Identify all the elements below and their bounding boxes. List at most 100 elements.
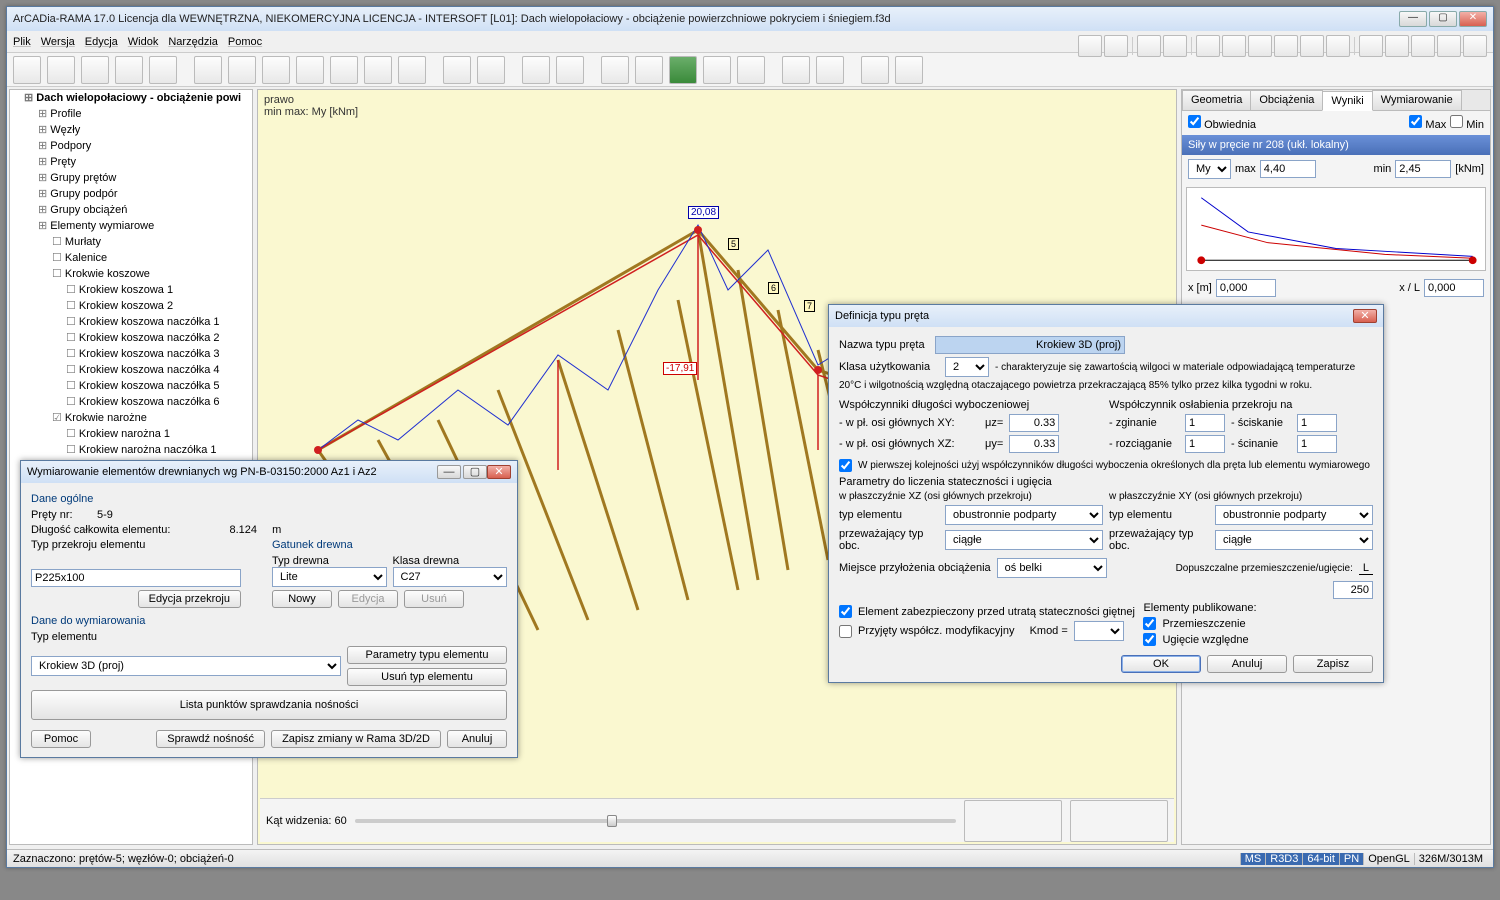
- tab-wyniki[interactable]: Wyniki: [1322, 91, 1372, 111]
- tree-root[interactable]: Dach wielopołaciowy - obciążenie powi: [24, 90, 252, 106]
- xy-type-select[interactable]: obustronnie podparty: [1215, 505, 1373, 525]
- tool-copy[interactable]: [149, 56, 177, 84]
- tree-item[interactable]: Krokiew koszowa naczółka 1: [66, 314, 252, 330]
- nav-left[interactable]: [966, 802, 988, 820]
- chk-displacement[interactable]: Przemieszczenie: [1143, 617, 1373, 630]
- nav-right[interactable]: [1038, 802, 1060, 820]
- minimize-button[interactable]: —: [1399, 11, 1427, 27]
- icon-btn[interactable]: [1222, 35, 1246, 57]
- chk-max[interactable]: Max: [1409, 115, 1446, 131]
- tree-item[interactable]: Grupy prętów: [38, 170, 252, 186]
- mu-z-input[interactable]: [1009, 414, 1059, 432]
- view-btn[interactable]: [1072, 802, 1094, 820]
- view-btn[interactable]: [1096, 822, 1118, 840]
- nav-btn[interactable]: [966, 822, 988, 840]
- bend-input[interactable]: [1185, 414, 1225, 432]
- xz-type-select[interactable]: obustronnie podparty: [945, 505, 1103, 525]
- tree-item[interactable]: Węzły: [38, 122, 252, 138]
- tool-open[interactable]: [47, 56, 75, 84]
- tab-obciazenia[interactable]: Obciążenia: [1250, 90, 1323, 110]
- tree-item[interactable]: Krokiew koszowa naczółka 2: [66, 330, 252, 346]
- icon-btn[interactable]: [1274, 35, 1298, 57]
- tool-cut[interactable]: [330, 56, 358, 84]
- dialog-close[interactable]: ✕: [487, 465, 511, 479]
- max-value[interactable]: [1260, 160, 1316, 178]
- nav-btn[interactable]: [1014, 822, 1036, 840]
- menu-narzedzia[interactable]: Narzędzia: [168, 36, 218, 48]
- icon-btn[interactable]: [1248, 35, 1272, 57]
- chk-kmod[interactable]: Przyjęty współcz. modyfikacyjny Kmod =: [839, 621, 1137, 641]
- nav-down[interactable]: [1014, 802, 1036, 820]
- x-value[interactable]: [1216, 279, 1276, 297]
- tab-wymiarowanie[interactable]: Wymiarowanie: [1372, 90, 1462, 110]
- icon-btn[interactable]: [1300, 35, 1324, 57]
- compr-input[interactable]: [1297, 414, 1337, 432]
- tree-item[interactable]: Krokiew koszowa 1: [66, 282, 252, 298]
- cancel-button[interactable]: Anuluj: [447, 730, 507, 748]
- chk-deflection[interactable]: Ugięcie względne: [1143, 633, 1373, 646]
- tool-icon[interactable]: [228, 56, 256, 84]
- new-button[interactable]: Nowy: [272, 590, 332, 608]
- xL-value[interactable]: [1424, 279, 1484, 297]
- icon-btn[interactable]: [1437, 35, 1461, 57]
- tree-item[interactable]: Krokiew koszowa 2: [66, 298, 252, 314]
- chk-min[interactable]: Min: [1450, 115, 1484, 131]
- tool-redo[interactable]: [477, 56, 505, 84]
- tree-item[interactable]: Grupy podpór: [38, 186, 252, 202]
- shear-input[interactable]: [1297, 435, 1337, 453]
- icon-btn[interactable]: [1104, 35, 1128, 57]
- view-btn[interactable]: [1144, 822, 1166, 840]
- deflection-input[interactable]: [1333, 581, 1373, 599]
- tool-icon[interactable]: [364, 56, 392, 84]
- xz-load-select[interactable]: ciągłe: [945, 530, 1103, 550]
- check-button[interactable]: Sprawdź nośność: [156, 730, 265, 748]
- dialog-titlebar[interactable]: Wymiarowanie elementów drewnianych wg PN…: [21, 461, 517, 483]
- xy-load-select[interactable]: ciągłe: [1215, 530, 1373, 550]
- tool-icon[interactable]: [737, 56, 765, 84]
- icon-btn[interactable]: [1137, 35, 1161, 57]
- tool-icon[interactable]: [601, 56, 629, 84]
- help-button[interactable]: Pomoc: [31, 730, 91, 748]
- tool-icon[interactable]: [194, 56, 222, 84]
- tree-item[interactable]: Krokiew narożna 1: [66, 426, 252, 442]
- menu-edycja[interactable]: Edycja: [85, 36, 118, 48]
- view-btn[interactable]: [1120, 802, 1142, 820]
- view-btn[interactable]: [1144, 802, 1166, 820]
- tree-item[interactable]: Kalenice: [52, 250, 252, 266]
- tree-item[interactable]: Murłaty: [52, 234, 252, 250]
- titlebar[interactable]: ArCADia-RAMA 17.0 Licencja dla WEWNĘTRZN…: [7, 7, 1493, 31]
- icon-btn[interactable]: [1411, 35, 1435, 57]
- nav-btn[interactable]: [1038, 822, 1060, 840]
- maximize-button[interactable]: ▢: [1429, 11, 1457, 27]
- icon-btn[interactable]: [1163, 35, 1187, 57]
- tool-filter[interactable]: [556, 56, 584, 84]
- kmod-select[interactable]: [1074, 621, 1124, 641]
- tool-undo[interactable]: [443, 56, 471, 84]
- icon-btn[interactable]: [1463, 35, 1487, 57]
- tool-save[interactable]: [81, 56, 109, 84]
- menu-wersja[interactable]: Wersja: [41, 36, 75, 48]
- checkpoints-button[interactable]: Lista punktów sprawdzania nośności: [31, 690, 507, 720]
- wood-type-select[interactable]: Lite: [272, 567, 387, 587]
- tree-item[interactable]: Krokwie narożne: [52, 410, 252, 426]
- min-value[interactable]: [1395, 160, 1451, 178]
- tool-icon[interactable]: [635, 56, 663, 84]
- section-input[interactable]: [31, 569, 241, 587]
- view-btn[interactable]: [1120, 822, 1142, 840]
- nav-up[interactable]: [990, 802, 1012, 820]
- edit-button[interactable]: Edycja: [338, 590, 398, 608]
- edit-section-button[interactable]: Edycja przekroju: [138, 590, 241, 608]
- delete-type-button[interactable]: Usuń typ elementu: [347, 668, 507, 686]
- menu-widok[interactable]: Widok: [128, 36, 159, 48]
- tool-delete[interactable]: [398, 56, 426, 84]
- icon-btn[interactable]: [1196, 35, 1220, 57]
- element-type-select[interactable]: Krokiew 3D (proj): [31, 656, 341, 676]
- tree-item[interactable]: Krokiew narożna naczółka 1: [66, 442, 252, 458]
- tree-item[interactable]: Profile: [38, 106, 252, 122]
- view-btn[interactable]: [1096, 802, 1118, 820]
- dialog-close[interactable]: ✕: [1353, 309, 1377, 323]
- tree-item[interactable]: Krokiew koszowa naczółka 4: [66, 362, 252, 378]
- tool-icon[interactable]: [895, 56, 923, 84]
- tool-wrench[interactable]: [861, 56, 889, 84]
- fov-slider[interactable]: [355, 819, 956, 823]
